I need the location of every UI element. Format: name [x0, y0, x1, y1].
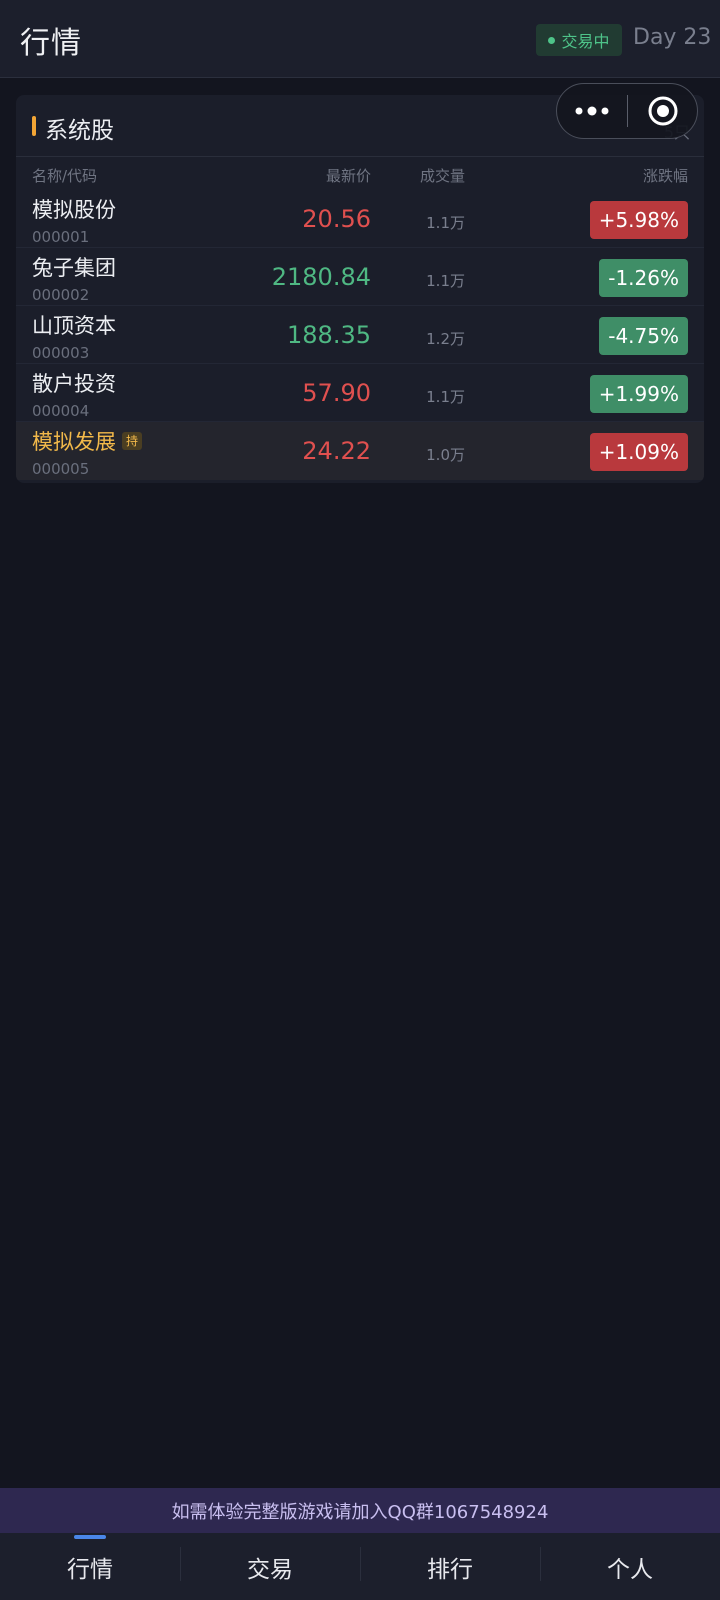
stock-price: 20.56 — [302, 205, 371, 233]
qq-group-notice[interactable]: 如需体验完整版游戏请加入QQ群1067548924 — [0, 1488, 720, 1533]
stock-name: 模拟股份 — [32, 198, 116, 222]
trading-status-badge: 交易中 — [536, 24, 622, 56]
stock-name: 山顶资本 — [32, 314, 116, 338]
more-dots-icon — [575, 106, 609, 116]
stock-row[interactable]: 兔子集团 000002 2180.84 1.1万 -1.26% — [16, 248, 704, 306]
column-header-volume: 成交量 — [419, 167, 465, 185]
stock-name: 模拟发展 持 — [32, 426, 143, 456]
column-header-change: 涨跌幅 — [642, 167, 688, 185]
stock-change-badge: +5.98% — [589, 201, 688, 239]
stock-price: 24.22 — [302, 437, 371, 465]
column-header-name: 名称/代码 — [32, 167, 98, 185]
stock-code: 000005 — [32, 460, 90, 478]
tab-profile[interactable]: 个人 — [540, 1533, 720, 1600]
active-tab-indicator — [74, 1535, 106, 1539]
bottom-tab-bar: 行情 交易 排行 个人 — [0, 1533, 720, 1600]
more-options-button[interactable] — [557, 84, 627, 138]
stock-row[interactable]: 模拟股份 000001 20.56 1.1万 +5.98% — [16, 190, 704, 248]
stock-price: 2180.84 — [271, 263, 371, 291]
stock-change-badge: +1.99% — [589, 375, 688, 413]
stock-list-card: 系统股 5只 名称/代码 最新价 成交量 涨跌幅 模拟股份 000001 20.… — [16, 95, 704, 483]
page-title: 行情 — [20, 26, 82, 61]
stock-volume: 1.2万 — [426, 330, 465, 348]
stock-change-badge: +1.09% — [589, 433, 688, 471]
target-close-icon — [648, 96, 677, 126]
stock-volume: 1.1万 — [426, 214, 465, 232]
stock-code: 000002 — [32, 286, 90, 304]
accent-bar — [32, 116, 36, 136]
stock-volume: 1.1万 — [426, 272, 465, 290]
status-dot-icon — [548, 36, 556, 44]
stock-volume: 1.1万 — [426, 388, 465, 406]
stock-change-badge: -1.26% — [599, 259, 688, 297]
trading-status-text: 交易中 — [561, 32, 610, 51]
tab-trade[interactable]: 交易 — [180, 1533, 360, 1600]
card-title: 系统股 — [45, 118, 114, 144]
tab-market[interactable]: 行情 — [0, 1533, 180, 1600]
stock-name: 兔子集团 — [32, 256, 116, 280]
stock-price: 188.35 — [287, 321, 371, 349]
stock-code: 000001 — [32, 228, 90, 246]
column-header-price: 最新价 — [325, 167, 371, 185]
stock-change-badge: -4.75% — [599, 317, 688, 355]
close-miniprogram-button[interactable] — [628, 84, 697, 138]
stock-code: 000003 — [32, 344, 90, 362]
top-header: 行情 交易中 Day 23 — [0, 0, 720, 78]
stock-row[interactable]: 散户投资 000004 57.90 1.1万 +1.99% — [16, 364, 704, 422]
tab-label: 排行 — [427, 1556, 473, 1583]
stock-volume: 1.0万 — [426, 446, 465, 464]
tab-ranking[interactable]: 排行 — [360, 1533, 540, 1600]
tab-label: 交易 — [247, 1556, 293, 1583]
tab-label: 行情 — [67, 1556, 113, 1583]
tab-label: 个人 — [607, 1556, 653, 1583]
stock-row-held[interactable]: 模拟发展 持 000005 24.22 1.0万 +1.09% — [16, 422, 704, 480]
stock-price: 57.90 — [302, 379, 371, 407]
day-counter: Day 23 — [633, 25, 712, 50]
stock-name: 散户投资 — [32, 372, 116, 396]
stock-row[interactable]: 山顶资本 000003 188.35 1.2万 -4.75% — [16, 306, 704, 364]
miniprogram-capsule — [556, 83, 698, 139]
held-badge: 持 — [122, 432, 143, 450]
stock-code: 000004 — [32, 402, 90, 420]
